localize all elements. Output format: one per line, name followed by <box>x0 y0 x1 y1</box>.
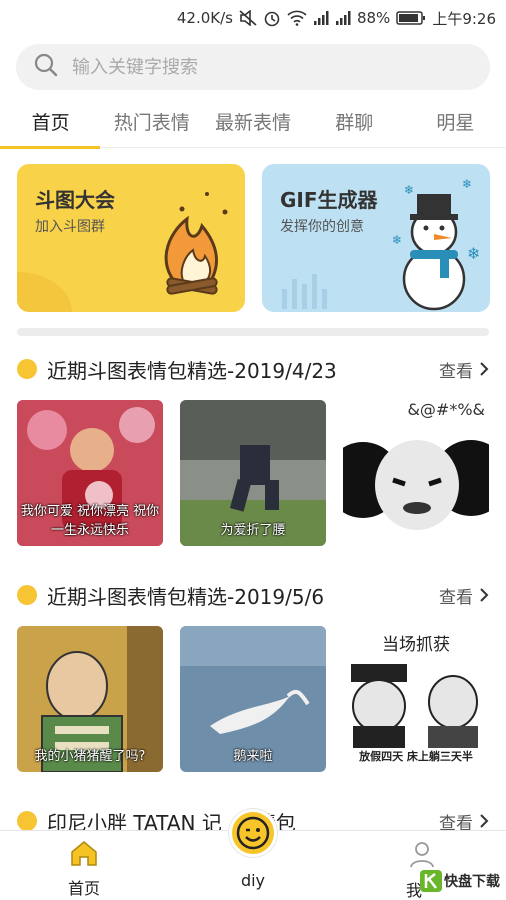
view-more-label: 查看 <box>439 587 473 608</box>
tab-hot[interactable]: 热门表情 <box>101 100 202 147</box>
sticker-caption: 鹅来啦 <box>233 749 273 764</box>
smiley-icon <box>17 585 37 605</box>
sticker-image <box>343 400 489 546</box>
sticker-caption: 我的小猪猪醒了吗? <box>34 749 146 764</box>
section-divider <box>17 328 489 336</box>
sticker-caption: 放假四天 床上躺三天半 <box>359 750 473 763</box>
search-bar[interactable] <box>16 44 490 90</box>
tab-group-chat[interactable]: 群聊 <box>304 100 405 147</box>
mute-icon <box>239 10 257 26</box>
sticker-thumb[interactable]: 我的小猪猪醒了吗? <box>17 626 163 772</box>
sticker-thumb[interactable]: 当场抓获 放假四天 床上躺三天半 <box>343 626 489 772</box>
alarm-icon <box>263 9 281 27</box>
svg-text:❄: ❄ <box>392 233 402 247</box>
view-more-button[interactable]: 查看 <box>439 583 489 608</box>
nav-label: 首页 <box>67 879 100 898</box>
tab-home[interactable]: 首页 <box>0 100 101 149</box>
user-icon <box>410 842 434 868</box>
banner-gif-maker[interactable]: GIF生成器 发挥你的创意 ❄ ❄ ❄ ❄ <box>262 164 490 312</box>
chevron-right-icon <box>480 362 489 376</box>
section-header: 近期斗图表情包精选-2019/5/6 查看 <box>17 580 489 610</box>
sticker-caption-top: 当场抓获 <box>382 635 450 655</box>
nav-home[interactable]: 首页 <box>34 839 134 899</box>
nav-diy-label[interactable]: diy <box>203 871 303 890</box>
sticker-caption: &@#*%& <box>407 400 485 419</box>
search-input[interactable] <box>72 56 452 78</box>
battery-percent: 88% <box>356 9 391 27</box>
bottom-nav: 首页 diy 我 快盘下载 <box>0 809 506 900</box>
search-icon <box>34 53 58 81</box>
wink-face-icon <box>236 816 270 850</box>
smiley-icon <box>17 359 37 379</box>
battery-icon <box>396 10 426 26</box>
diy-button[interactable] <box>229 809 277 857</box>
category-tabs: 首页 热门表情 最新表情 群聊 明星 <box>0 100 506 149</box>
sticker-caption: 为爱折了腰 <box>220 523 286 538</box>
watermark-logo: 快盘下载 <box>420 870 500 892</box>
view-more-button[interactable]: 查看 <box>439 357 489 382</box>
thumb-row: 我的小猪猪醒了吗? 鹅来啦 当场抓获 放假四天 床上躺三天半 <box>17 626 489 772</box>
campfire-icon <box>17 192 228 312</box>
svg-text:❄: ❄ <box>467 244 480 263</box>
tab-celebrity[interactable]: 明星 <box>405 100 506 147</box>
watermark-text: 快盘下载 <box>444 874 500 890</box>
section-title: 近期斗图表情包精选-2019/4/23 <box>47 358 337 383</box>
network-speed: 42.0K/s <box>176 9 233 27</box>
status-bar: 42.0K/s 88% 上午9:26 <box>0 0 506 36</box>
snowman-icon: ❄ ❄ ❄ ❄ <box>282 177 480 311</box>
chevron-right-icon <box>480 588 489 602</box>
home-icon <box>71 841 97 866</box>
sticker-thumb[interactable]: 我你可爱 祝你漂亮 祝你一生永远快乐 <box>17 400 163 546</box>
clock: 上午9:26 <box>432 9 496 28</box>
sticker-thumb[interactable]: &@#*%& <box>343 400 489 546</box>
signal-2-icon <box>335 10 351 26</box>
watermark-k-icon <box>420 870 442 892</box>
tab-latest[interactable]: 最新表情 <box>202 100 303 147</box>
section-title: 近期斗图表情包精选-2019/5/6 <box>47 584 325 609</box>
smiley-icon <box>17 811 37 831</box>
thumb-row: 我你可爱 祝你漂亮 祝你一生永远快乐 为爱折了腰 &@#*%& <box>17 400 489 546</box>
sticker-thumb[interactable]: 鹅来啦 <box>180 626 326 772</box>
sticker-thumb[interactable]: 为爱折了腰 <box>180 400 326 546</box>
svg-text:❄: ❄ <box>462 177 472 191</box>
view-more-label: 查看 <box>439 361 473 382</box>
chevron-right-icon <box>480 814 489 828</box>
section-header: 近期斗图表情包精选-2019/4/23 查看 <box>17 354 489 384</box>
wifi-icon <box>287 10 307 26</box>
sticker-caption: 我你可爱 祝你漂亮 祝你一生永远快乐 <box>20 504 160 538</box>
svg-text:❄: ❄ <box>404 183 414 197</box>
banner-battle[interactable]: 斗图大会 加入斗图群 <box>17 164 245 312</box>
signal-1-icon <box>313 10 329 26</box>
